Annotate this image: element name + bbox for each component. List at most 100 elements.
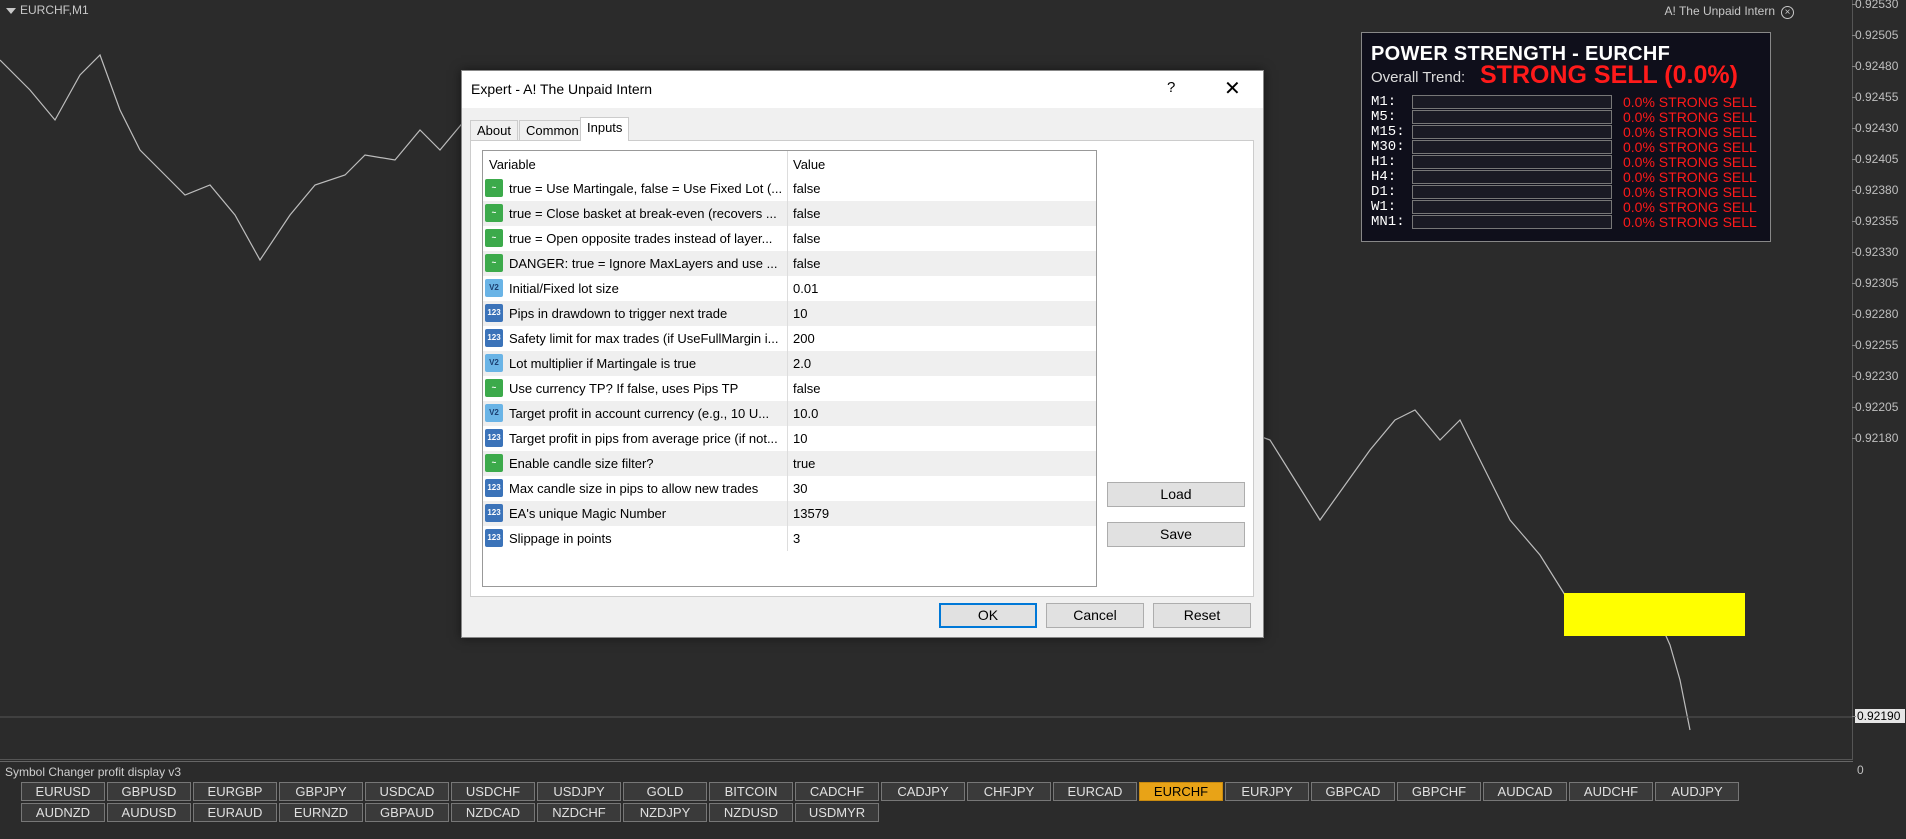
symbol-button-cadchf[interactable]: CADCHF [795, 782, 879, 801]
symbol-button-eurgbp[interactable]: EURGBP [193, 782, 277, 801]
save-button[interactable]: Save [1107, 522, 1245, 547]
load-button[interactable]: Load [1107, 482, 1245, 507]
inputs-tab-panel: Variable Value ~ true = Use Martingale, f… [470, 140, 1254, 597]
input-parameter-row[interactable]: 123 Target profit in pips from average pr… [483, 426, 1096, 451]
symbol-button-eurnzd[interactable]: EURNZD [279, 803, 363, 822]
timeframe-strength-value: 0.0% STRONG SELL [1623, 199, 1757, 215]
symbol-button-cadjpy[interactable]: CADJPY [881, 782, 965, 801]
symbol-button-gbpusd[interactable]: GBPUSD [107, 782, 191, 801]
symbol-button-audcad[interactable]: AUDCAD [1483, 782, 1567, 801]
highlight-rectangle [1564, 593, 1745, 636]
input-parameter-row[interactable]: ~ DANGER: true = Ignore MaxLayers and use… [483, 251, 1096, 276]
symbol-button-gbpcad[interactable]: GBPCAD [1311, 782, 1395, 801]
input-parameter-row[interactable]: 123 EA's unique Magic Number 13579 [483, 501, 1096, 526]
power-strength-panel: POWER STRENGTH - EURCHF Overall Trend: S… [1361, 32, 1771, 242]
price-tick-label: 0.92230 [1852, 369, 1905, 383]
input-parameter-row[interactable]: V2 Target profit in account currency (e.g… [483, 401, 1096, 426]
symbol-button-gbpaud[interactable]: GBPAUD [365, 803, 449, 822]
symbol-button-bitcoin[interactable]: BITCOIN [709, 782, 793, 801]
parameter-name: Safety limit for max trades (if UseFullM… [509, 331, 779, 346]
input-parameter-row[interactable]: ~ Use currency TP? If false, uses Pips TP… [483, 376, 1096, 401]
input-parameter-row[interactable]: V2 Initial/Fixed lot size 0.01 [483, 276, 1096, 301]
timeframe-strength-value: 0.0% STRONG SELL [1623, 139, 1757, 155]
symbol-button-euraud[interactable]: EURAUD [193, 803, 277, 822]
chart-menu-triangle-icon[interactable] [6, 7, 16, 14]
timeframe-label: D1: [1371, 184, 1397, 200]
symbol-button-audjpy[interactable]: AUDJPY [1655, 782, 1739, 801]
parameter-value[interactable]: 30 [793, 481, 807, 496]
symbol-button-audchf[interactable]: AUDCHF [1569, 782, 1653, 801]
symbol-button-chfjpy[interactable]: CHFJPY [967, 782, 1051, 801]
input-parameter-row[interactable]: 123 Pips in drawdown to trigger next trad… [483, 301, 1096, 326]
price-tick-label: 0.92355 [1852, 214, 1905, 228]
parameter-value[interactable]: false [793, 231, 820, 246]
dialog-titlebar[interactable]: Expert - A! The Unpaid Intern ? ✕ [462, 71, 1263, 108]
parameter-value[interactable]: 10.0 [793, 406, 818, 421]
input-parameter-row[interactable]: ~ Enable candle size filter? true [483, 451, 1096, 476]
symbol-button-usdcad[interactable]: USDCAD [365, 782, 449, 801]
input-parameter-row[interactable]: 123 Safety limit for max trades (if UseFu… [483, 326, 1096, 351]
strength-bar [1412, 95, 1612, 109]
input-parameter-row[interactable]: ~ true = Open opposite trades instead of … [483, 226, 1096, 251]
symbol-button-audnzd[interactable]: AUDNZD [21, 803, 105, 822]
cancel-button[interactable]: Cancel [1046, 603, 1144, 628]
symbol-button-usdjpy[interactable]: USDJPY [537, 782, 621, 801]
symbol-button-audusd[interactable]: AUDUSD [107, 803, 191, 822]
parameter-name: Initial/Fixed lot size [509, 281, 619, 296]
strength-bar [1412, 110, 1612, 124]
value-column-header[interactable]: Value [793, 157, 825, 172]
parameter-value[interactable]: 0.01 [793, 281, 818, 296]
symbol-button-eurchf[interactable]: EURCHF [1139, 782, 1223, 801]
symbol-button-gold[interactable]: GOLD [623, 782, 707, 801]
parameter-value[interactable]: 13579 [793, 506, 829, 521]
symbol-button-eurjpy[interactable]: EURJPY [1225, 782, 1309, 801]
timeframe-strength-value: 0.0% STRONG SELL [1623, 214, 1757, 230]
parameter-value[interactable]: false [793, 206, 820, 221]
integer-type-icon: 123 [485, 429, 503, 447]
symbol-button-eurcad[interactable]: EURCAD [1053, 782, 1137, 801]
expert-advisor-label[interactable]: A! The Unpaid Intern × [1664, 4, 1794, 19]
symbol-button-nzdusd[interactable]: NZDUSD [709, 803, 793, 822]
symbol-button-nzdchf[interactable]: NZDCHF [537, 803, 621, 822]
parameter-value[interactable]: true [793, 456, 815, 471]
parameter-value[interactable]: 200 [793, 331, 815, 346]
parameter-value[interactable]: 10 [793, 306, 807, 321]
timeframe-row: M30: 0.0% STRONG SELL [1371, 139, 1761, 155]
input-parameter-row[interactable]: V2 Lot multiplier if Martingale is true 2.… [483, 351, 1096, 376]
symbol-button-usdchf[interactable]: USDCHF [451, 782, 535, 801]
tab-inputs[interactable]: Inputs [580, 117, 630, 141]
timeframe-label: MN1: [1371, 214, 1405, 230]
tab-common[interactable]: Common [519, 120, 586, 140]
input-parameter-row[interactable]: 123 Max candle size in pips to allow new … [483, 476, 1096, 501]
ok-button[interactable]: OK [939, 603, 1037, 628]
parameter-value[interactable]: false [793, 181, 820, 196]
tab-about[interactable]: About [470, 120, 518, 140]
symbol-button-nzdjpy[interactable]: NZDJPY [623, 803, 707, 822]
input-parameter-row[interactable]: 123 Slippage in points 3 [483, 526, 1096, 551]
timeframe-label: H1: [1371, 154, 1397, 170]
symbol-button-gbpchf[interactable]: GBPCHF [1397, 782, 1481, 801]
reset-button[interactable]: Reset [1153, 603, 1251, 628]
close-icon[interactable]: ✕ [1224, 76, 1241, 101]
symbol-button-usdmyr[interactable]: USDMYR [795, 803, 879, 822]
timeframe-row: H1: 0.0% STRONG SELL [1371, 154, 1761, 170]
input-parameter-row[interactable]: ~ true = Use Martingale, false = Use Fixe… [483, 176, 1096, 201]
symbol-button-gbpjpy[interactable]: GBPJPY [279, 782, 363, 801]
input-parameter-row[interactable]: ~ true = Close basket at break-even (reco… [483, 201, 1096, 226]
parameter-name: Max candle size in pips to allow new tra… [509, 481, 759, 496]
parameter-value[interactable]: 10 [793, 431, 807, 446]
parameter-name: Pips in drawdown to trigger next trade [509, 306, 728, 321]
parameter-value[interactable]: 3 [793, 531, 800, 546]
price-tick-label: 0.92305 [1852, 276, 1905, 290]
parameter-value[interactable]: false [793, 256, 820, 271]
variable-column-header[interactable]: Variable [489, 157, 536, 172]
symbol-button-eurusd[interactable]: EURUSD [21, 782, 105, 801]
integer-type-icon: 123 [485, 304, 503, 322]
price-axis[interactable]: 0.92530 0.92505 0.92480 0.92455 0.92430 0.924… [1852, 0, 1906, 760]
close-circle-icon[interactable]: × [1781, 6, 1794, 19]
price-tick-label: 0.92480 [1852, 59, 1905, 73]
help-button[interactable]: ? [1167, 79, 1175, 96]
parameter-value[interactable]: 2.0 [793, 356, 811, 371]
symbol-button-nzdcad[interactable]: NZDCAD [451, 803, 535, 822]
parameter-value[interactable]: false [793, 381, 820, 396]
